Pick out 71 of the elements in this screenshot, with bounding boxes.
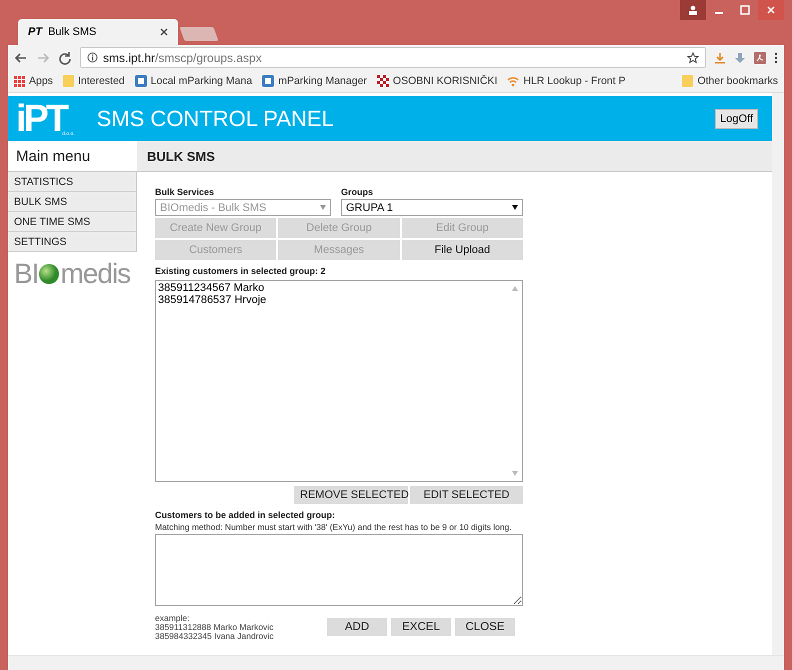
form-button[interactable]: EXCEL bbox=[391, 618, 451, 636]
new-tab-button[interactable] bbox=[179, 27, 219, 41]
menu-item[interactable]: STATISTICS bbox=[8, 172, 137, 192]
action-button[interactable]: File Upload bbox=[402, 240, 523, 260]
brand-text: BI bbox=[14, 258, 38, 290]
close-icon bbox=[766, 5, 776, 15]
list-action-button[interactable]: EDIT SELECTED bbox=[410, 486, 523, 504]
menu-item[interactable]: BULK SMS bbox=[8, 192, 137, 212]
maximize-icon bbox=[740, 5, 750, 15]
hint-text: Matching method: Number must start with '38' (ExYu) and the rest has to be 9 or 10 digits long. bbox=[155, 522, 513, 532]
app-icon bbox=[134, 75, 147, 87]
back-arrow-icon[interactable] bbox=[14, 50, 28, 64]
pdf-icon[interactable] bbox=[754, 52, 766, 64]
apps-grid-icon bbox=[14, 76, 25, 86]
list-item[interactable]: 385914786537 Hrvoje bbox=[158, 294, 506, 306]
tab-title: Bulk SMS bbox=[48, 26, 98, 38]
other-bookmarks[interactable]: Other bookmarks bbox=[682, 75, 778, 87]
section-label: Customers to be added in selected group: bbox=[155, 510, 336, 520]
scroll-down-icon bbox=[512, 471, 518, 476]
section-title: BULK SMS bbox=[137, 141, 772, 172]
folder-icon bbox=[62, 75, 74, 87]
form-button[interactable]: ADD bbox=[327, 618, 387, 636]
checkered-icon bbox=[376, 75, 389, 87]
bookmark[interactable]: HLR Lookup - Front P bbox=[507, 75, 626, 87]
vertical-scrollbar[interactable] bbox=[772, 93, 784, 655]
ball-icon bbox=[38, 263, 60, 285]
field-label: Groups bbox=[341, 187, 374, 197]
list-label: Existing customers in selected group: 2 bbox=[155, 266, 327, 276]
info-icon bbox=[87, 52, 98, 63]
field-label: Bulk Services bbox=[155, 187, 216, 197]
example-text: example: bbox=[155, 614, 190, 623]
horizontal-scrollbar[interactable] bbox=[8, 655, 784, 670]
star-icon[interactable] bbox=[687, 52, 699, 64]
url-host: sms.ipt.hr bbox=[103, 50, 156, 64]
bookmark[interactable]: Local mParking Mana bbox=[134, 75, 252, 87]
example-text: 385984332345 Ivana Jandrovic bbox=[155, 632, 275, 641]
folder-icon bbox=[682, 75, 694, 87]
menu-icon[interactable] bbox=[774, 52, 778, 64]
address-bar[interactable]: sms.ipt.hr/smscp/groups.aspx bbox=[80, 47, 706, 68]
scroll-up-icon bbox=[512, 286, 518, 291]
example-text: 385911312888 Marko Markovic bbox=[155, 622, 274, 632]
download-icon[interactable] bbox=[714, 52, 726, 64]
person-icon bbox=[688, 5, 698, 15]
close-window-button[interactable] bbox=[758, 0, 784, 20]
app-icon bbox=[262, 75, 274, 87]
bookmark[interactable]: Interested bbox=[62, 75, 125, 87]
reload-icon[interactable] bbox=[58, 50, 72, 64]
close-icon[interactable] bbox=[160, 28, 168, 36]
customers-input[interactable] bbox=[155, 534, 523, 606]
caret-icon bbox=[512, 205, 518, 210]
bookmark[interactable]: OSOBNI KORISNIČKI bbox=[376, 75, 498, 87]
down-arrow-icon[interactable] bbox=[734, 52, 746, 64]
brand-text: medis bbox=[60, 258, 130, 290]
profile-button[interactable] bbox=[680, 0, 706, 20]
menu-item[interactable]: ONE TIME SMS bbox=[8, 212, 137, 232]
caret-icon bbox=[320, 205, 326, 210]
logoff-button[interactable]: LogOff bbox=[715, 108, 758, 128]
url-path: /smscp/groups.aspx bbox=[155, 50, 262, 64]
form-button[interactable]: CLOSE bbox=[455, 618, 515, 636]
page-title: SMS CONTROL PANEL bbox=[96, 106, 335, 132]
menu-item[interactable]: SETTINGS bbox=[8, 232, 137, 252]
wifi-icon bbox=[507, 76, 520, 86]
bookmark[interactable]: mParking Manager bbox=[262, 75, 367, 87]
browser-tab[interactable]: PT Bulk SMS bbox=[18, 19, 178, 45]
bookmark[interactable]: Apps bbox=[14, 75, 53, 87]
list-action-button[interactable]: REMOVE SELECTED bbox=[294, 486, 408, 504]
customers-list[interactable]: 385911234567 Marko 385914786537 Hrvoje bbox=[155, 280, 523, 482]
list-item[interactable]: 385911234567 Marko bbox=[158, 282, 506, 294]
minimize-icon bbox=[715, 12, 723, 14]
groups-dropdown[interactable]: GRUPA 1 bbox=[341, 199, 523, 216]
tab-favicon: PT bbox=[28, 26, 42, 38]
